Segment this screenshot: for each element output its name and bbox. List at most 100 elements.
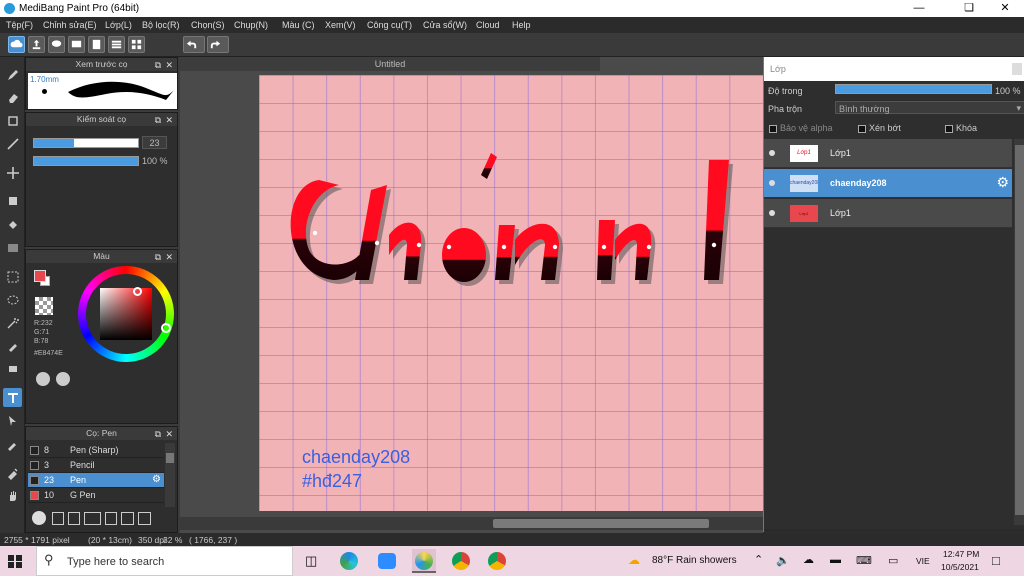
float-icon[interactable]: ⧉ xyxy=(155,114,161,127)
language-indicator[interactable]: VIE xyxy=(916,556,930,566)
saturation-square[interactable] xyxy=(100,288,152,340)
close-icon[interactable]: ✕ xyxy=(165,428,173,441)
cloud-icon[interactable] xyxy=(8,36,25,53)
volume-icon[interactable]: 🔈 xyxy=(776,554,790,567)
clock-time[interactable]: 12:47 PM xyxy=(943,549,979,559)
comment-icon[interactable] xyxy=(68,36,85,53)
list-icon[interactable] xyxy=(108,36,125,53)
menu-select[interactable]: Chọn(S) xyxy=(191,20,225,30)
weather-text[interactable]: 88°F Rain showers xyxy=(652,555,737,566)
menu-edit[interactable]: Chỉnh sửa(E) xyxy=(43,20,97,30)
select-eraser-tool-icon[interactable] xyxy=(3,359,22,378)
visibility-icon[interactable] xyxy=(769,180,775,186)
layer-opacity-slider[interactable] xyxy=(835,84,992,94)
windows-start-icon[interactable] xyxy=(8,555,22,568)
menu-layer[interactable]: Lớp(L) xyxy=(105,20,132,30)
visibility-icon[interactable] xyxy=(769,210,775,216)
menu-tools[interactable]: Công cụ(T) xyxy=(367,20,412,30)
line-tool-icon[interactable] xyxy=(3,134,22,153)
brush-item[interactable]: 8 Pen (Sharp) xyxy=(28,443,164,458)
float-icon[interactable]: ⧉ xyxy=(155,251,161,264)
document-icon[interactable] xyxy=(88,36,105,53)
sv-cursor[interactable] xyxy=(133,287,142,296)
monitor-icon[interactable]: ▭ xyxy=(888,554,898,567)
chrome-icon[interactable] xyxy=(452,552,470,570)
artboard[interactable]: chaenday208 #hđ247 xyxy=(259,75,763,511)
brush-item[interactable]: 23 Pen ⚙ xyxy=(28,473,164,488)
chrome-profile-icon[interactable] xyxy=(488,552,506,570)
search-box[interactable]: ⚲ Type here to search xyxy=(36,546,293,576)
layer-row[interactable]: Lớp1 Lớp1 xyxy=(764,139,1012,168)
lasso-tool-icon[interactable] xyxy=(3,290,22,309)
layer-row[interactable]: Lớp1 Lớp1 xyxy=(764,199,1012,228)
upload-icon[interactable] xyxy=(28,36,45,53)
brush-item[interactable]: 3 Pencil xyxy=(28,458,164,473)
bucket-tool-icon[interactable] xyxy=(3,215,22,234)
brush-menu-icon[interactable] xyxy=(84,512,101,525)
color-wheel[interactable] xyxy=(78,266,174,362)
fill-rect-tool-icon[interactable] xyxy=(3,191,22,210)
clock-date[interactable]: 10/5/2021 xyxy=(941,562,979,572)
menu-help[interactable]: Help xyxy=(512,20,531,30)
task-view-icon[interactable]: ◫ xyxy=(305,553,317,569)
menu-cloud[interactable]: Cloud xyxy=(476,20,500,30)
brush-settings-icon[interactable] xyxy=(105,512,117,525)
menu-capture[interactable]: Chụp(N) xyxy=(234,20,268,30)
brush-item[interactable]: 10 G Pen xyxy=(28,488,164,503)
edge-icon[interactable] xyxy=(340,552,358,570)
horizontal-scrollbar[interactable] xyxy=(180,517,763,530)
close-icon[interactable]: ✕ xyxy=(165,114,173,127)
chevron-up-icon[interactable]: ⌃ xyxy=(754,553,763,566)
cloud-download-icon[interactable] xyxy=(32,511,46,525)
chat-icon[interactable] xyxy=(48,36,65,53)
palette-add-icon[interactable] xyxy=(56,372,70,386)
eraser-tool-icon[interactable] xyxy=(3,88,22,107)
shape-tool-icon[interactable] xyxy=(3,111,22,130)
magic-wand-tool-icon[interactable] xyxy=(3,313,22,332)
dropper-tool-icon[interactable] xyxy=(3,434,22,453)
menu-filter[interactable]: Bộ lọc(R) xyxy=(142,20,180,30)
menu-view[interactable]: Xem(V) xyxy=(325,20,356,30)
horizontal-scroll-thumb[interactable] xyxy=(493,519,709,528)
close-icon[interactable]: ✕ xyxy=(165,251,173,264)
document-tab[interactable]: Untitled xyxy=(180,57,600,71)
float-icon[interactable]: ⧉ xyxy=(155,59,161,72)
gear-icon[interactable]: ⚙ xyxy=(152,474,161,485)
new-brush-icon[interactable] xyxy=(52,512,64,525)
operation-tool-icon[interactable] xyxy=(3,411,22,430)
text-tool-icon[interactable] xyxy=(3,388,22,407)
copy-brush-icon[interactable] xyxy=(68,512,80,525)
move-tool-icon[interactable] xyxy=(3,163,22,182)
gradient-tool-icon[interactable] xyxy=(3,238,22,257)
transparent-swatch[interactable] xyxy=(35,297,53,315)
panel-scroll-icon[interactable] xyxy=(1012,63,1022,75)
grid-icon[interactable] xyxy=(128,36,145,53)
menu-window[interactable]: Cửa sổ(W) xyxy=(423,20,467,30)
brush-list-scrollbar[interactable] xyxy=(165,443,175,507)
lock-checkbox[interactable]: Khóa xyxy=(945,123,977,133)
hue-cursor[interactable] xyxy=(161,323,171,333)
layer-scrollbar[interactable] xyxy=(1014,139,1024,525)
menu-file[interactable]: Tệp(F) xyxy=(6,20,33,30)
hand-tool-icon[interactable] xyxy=(3,486,22,505)
close-icon[interactable]: ✕ xyxy=(990,1,1020,16)
menu-color[interactable]: Màu (C) xyxy=(282,20,315,30)
zoom-icon[interactable] xyxy=(378,553,396,569)
cloud-tray-icon[interactable]: ☁ xyxy=(803,553,814,566)
brush-size-value[interactable]: 23 xyxy=(142,136,167,149)
weather-icon[interactable]: ☁ xyxy=(628,553,640,567)
undo-icon[interactable] xyxy=(183,36,205,53)
clipping-checkbox[interactable]: Xén bớt xyxy=(858,123,901,133)
protect-alpha-checkbox[interactable]: Bảo vệ alpha xyxy=(769,123,833,133)
close-icon[interactable]: ✕ xyxy=(165,59,173,72)
select-pen-tool-icon[interactable] xyxy=(3,336,22,355)
brush-size-slider[interactable] xyxy=(33,138,139,148)
network-icon[interactable]: ▬ xyxy=(830,554,841,566)
visibility-icon[interactable] xyxy=(769,150,775,156)
medibang-icon[interactable] xyxy=(415,552,433,570)
gear-icon[interactable]: ⚙ xyxy=(996,174,1009,191)
float-icon[interactable]: ⧉ xyxy=(155,428,161,441)
brush-folder-icon[interactable] xyxy=(121,512,134,525)
redo-icon[interactable] xyxy=(207,36,229,53)
layer-row[interactable]: chaenday208 chaenday208 ⚙ xyxy=(764,169,1012,198)
